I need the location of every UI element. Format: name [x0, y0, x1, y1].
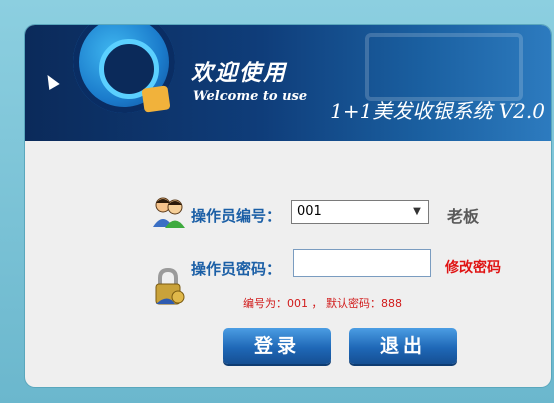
logo-accent — [141, 85, 171, 113]
banner-watermark — [365, 33, 523, 101]
operator-id-value: 001 — [297, 204, 322, 219]
password-label: 操作员密码： — [191, 260, 282, 278]
login-button[interactable]: 登录 — [223, 328, 331, 364]
operator-id-label: 操作员编号： — [191, 207, 282, 225]
login-window: 欢迎使用 Welcome to use 1+1美发收银系统 V2.0 操作员编号… — [25, 25, 551, 387]
users-icon — [151, 195, 187, 229]
header-banner: 欢迎使用 Welcome to use 1+1美发收银系统 V2.0 — [25, 25, 551, 141]
operator-id-select[interactable]: 001 ▼ — [291, 200, 429, 224]
exit-button[interactable]: 退出 — [349, 328, 457, 364]
welcome-title: 欢迎使用 — [191, 60, 288, 86]
operator-role: 老板 — [447, 207, 480, 226]
welcome-subtitle: Welcome to use — [193, 89, 308, 104]
password-input[interactable] — [293, 249, 431, 277]
chevron-down-icon[interactable]: ▼ — [409, 204, 425, 220]
app-title: 1+1美发收银系统 V2.0 — [330, 99, 545, 123]
default-credentials-hint: 编号为：001 ， 默认密码：888 — [243, 297, 402, 310]
lock-icon — [151, 267, 187, 307]
change-password-link[interactable]: 修改密码 — [445, 257, 501, 277]
